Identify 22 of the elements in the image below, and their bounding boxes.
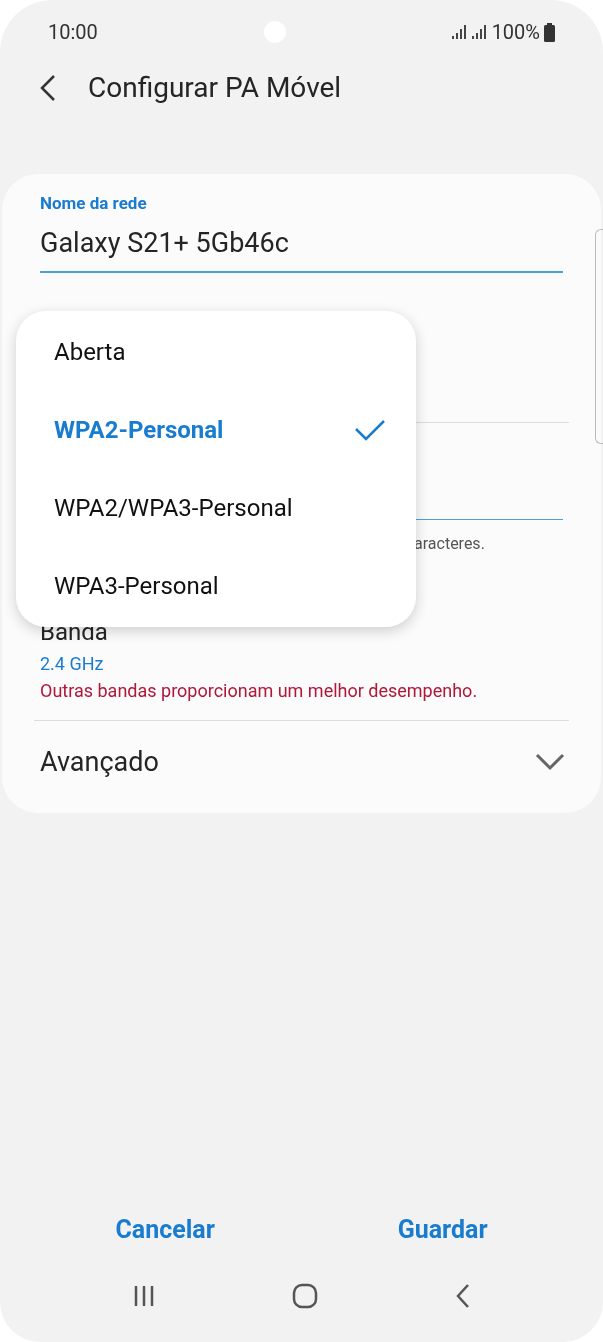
action-button[interactable]: Cancelar xyxy=(99,1211,231,1249)
signal-icon xyxy=(471,25,488,39)
page-title: Configurar PA Móvel xyxy=(88,70,342,106)
battery-percent: 100% xyxy=(491,19,540,46)
menu-item[interactable]: Aberta xyxy=(16,313,416,391)
back-icon xyxy=(40,74,56,102)
field-label: Nome da rede xyxy=(40,192,148,215)
signal-icon xyxy=(451,25,468,39)
network-name-field[interactable]: Galaxy S21+ 5Gb46c xyxy=(40,222,563,273)
status-time: 10:00 xyxy=(48,19,98,46)
battery-icon xyxy=(544,22,555,42)
menu-item[interactable]: WPA3-Personal xyxy=(16,547,416,625)
password-hint: aracteres. xyxy=(414,534,485,553)
band-value: 2.4 GHz xyxy=(40,652,105,676)
check-icon xyxy=(354,419,386,441)
advanced-row[interactable]: Avançado xyxy=(2,721,601,803)
menu-item[interactable]: WPA2-Personal xyxy=(16,391,416,469)
home-icon[interactable] xyxy=(292,1283,319,1309)
action-button[interactable]: Guardar xyxy=(381,1211,504,1249)
band-warning: Outras bandas proporcionam um melhor desempenho. xyxy=(40,679,479,703)
menu-item[interactable]: WPA2/WPA3-Personal xyxy=(16,469,416,547)
back-nav-icon[interactable] xyxy=(454,1283,471,1309)
